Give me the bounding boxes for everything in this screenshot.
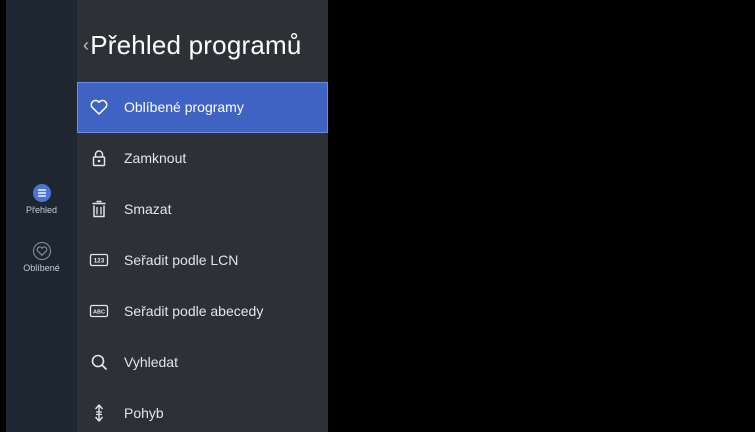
rail-item-label: Přehled — [25, 205, 58, 215]
panel-title-text: Přehled programů — [90, 30, 302, 60]
sort-abc-icon: ABC — [87, 299, 111, 323]
menu-item-label: Seřadit podle abecedy — [124, 303, 264, 319]
menu-item-sort-alphabet[interactable]: ABC Seřadit podle abecedy — [77, 286, 328, 337]
sort-123-badge: 123 — [94, 258, 105, 265]
menu-item-label: Smazat — [124, 201, 172, 217]
menu-item-label: Pohyb — [124, 405, 164, 421]
rail-item-prehled[interactable]: Přehled — [6, 184, 77, 215]
menu-item-label: Vyhledat — [124, 354, 178, 370]
menu-item-search[interactable]: Vyhledat — [77, 337, 328, 388]
menu-item-delete[interactable]: Smazat — [77, 184, 328, 235]
trash-icon — [87, 197, 111, 221]
panel-title: ‹Přehled programů — [83, 30, 302, 61]
search-icon — [87, 350, 111, 374]
menu-item-move[interactable]: Pohyb — [77, 388, 328, 432]
heart-icon — [32, 242, 51, 260]
list-icon — [32, 184, 51, 202]
menu-item-favorite-programs[interactable]: Oblíbené programy — [77, 82, 328, 133]
rail-item-oblibene[interactable]: Oblíbené — [6, 242, 77, 273]
sort-123-icon: 123 — [87, 248, 111, 272]
menu-item-label: Oblíbené programy — [124, 99, 244, 115]
back-chevron-icon[interactable]: ‹ — [83, 35, 89, 55]
menu-item-label: Seřadit podle LCN — [124, 252, 239, 268]
tv-screen: Přehled Oblíbené ‹Přehled programů Oblíb… — [0, 0, 755, 432]
heart-icon — [87, 95, 111, 119]
menu-item-lock[interactable]: Zamknout — [77, 133, 328, 184]
menu-item-label: Zamknout — [124, 150, 187, 166]
options-panel: ‹Přehled programů Oblíbené programy Zamk… — [77, 0, 328, 432]
lock-icon — [87, 146, 111, 170]
sort-abc-badge: ABC — [93, 309, 105, 315]
options-menu: Oblíbené programy Zamknout Smazat 123 Se… — [77, 82, 328, 432]
move-icon — [87, 401, 111, 425]
rail-item-label: Oblíbené — [23, 263, 60, 273]
menu-item-sort-lcn[interactable]: 123 Seřadit podle LCN — [77, 235, 328, 286]
nav-rail: Přehled Oblíbené — [6, 0, 77, 432]
video-area — [328, 0, 755, 432]
